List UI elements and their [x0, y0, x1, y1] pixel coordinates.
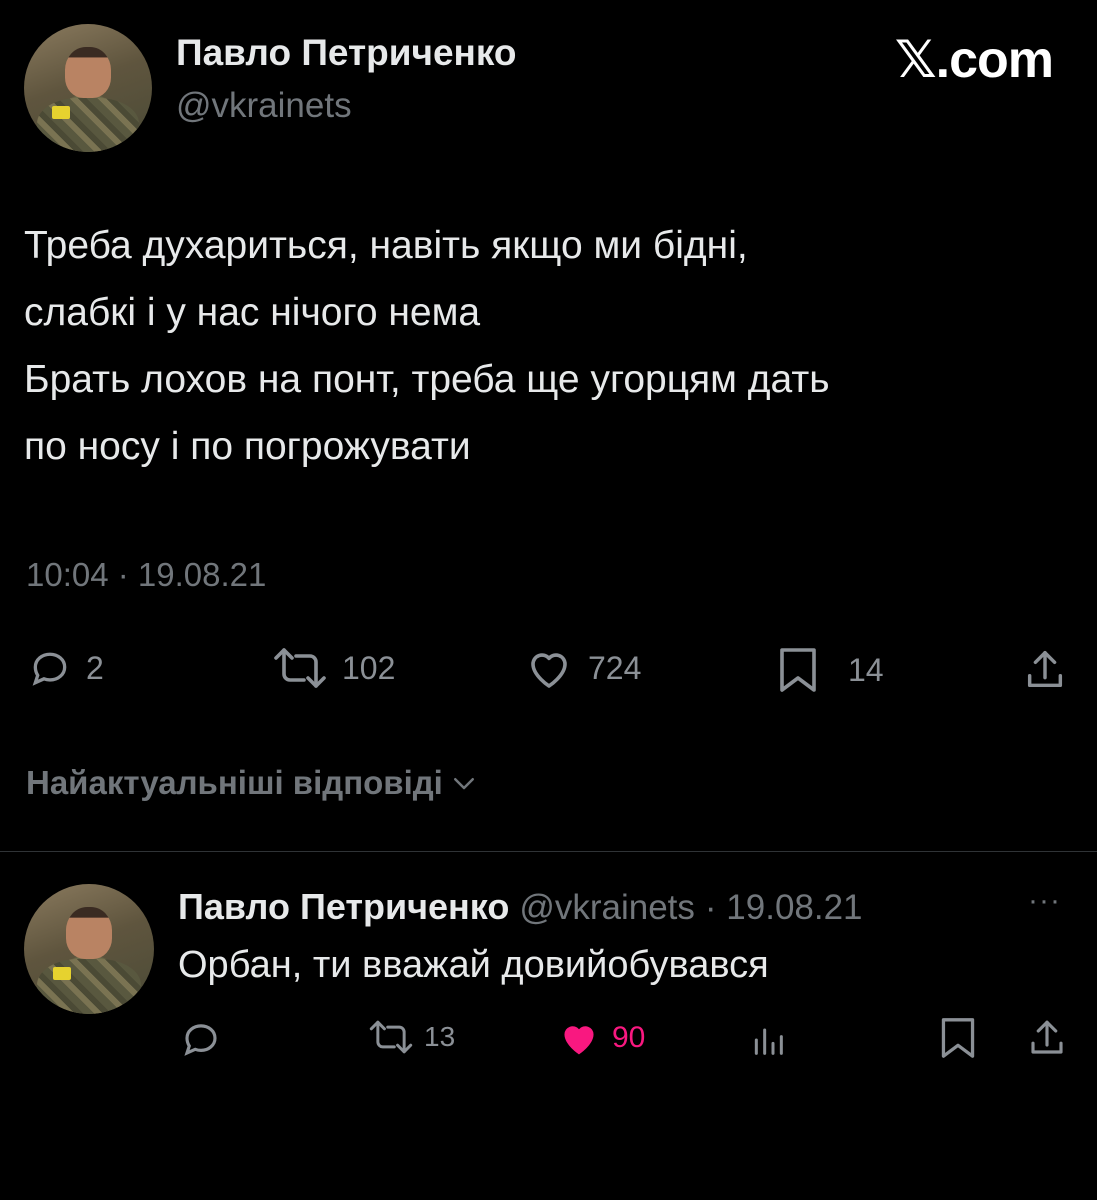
avatar-patch — [52, 967, 71, 981]
reply-repost-count: 13 — [424, 1021, 456, 1052]
heart-filled-icon — [564, 1026, 594, 1055]
repost-icon — [274, 648, 326, 688]
repost-count: 102 — [342, 649, 396, 686]
author-avatar[interactable] — [24, 24, 152, 152]
reply-reply-action[interactable] — [180, 1018, 222, 1060]
replies-sort-label: Найактуальніші відповіді — [26, 764, 443, 801]
bookmark-action[interactable]: 14 — [776, 646, 884, 694]
bookmark-icon — [941, 1018, 975, 1058]
author-display-name[interactable]: Павло Петриченко — [176, 32, 517, 74]
reply-count: 2 — [86, 649, 104, 686]
analytics-icon — [754, 1028, 783, 1055]
share-action[interactable] — [1022, 646, 1068, 694]
reply-author-name[interactable]: Павло Петриченко — [178, 886, 509, 928]
reply-text: Орбан, ти вважай довийобувався — [178, 944, 769, 986]
site-logo: 𝕏.com — [894, 31, 1054, 89]
repost-action[interactable]: 102 — [272, 646, 395, 690]
reply-repost-action[interactable]: 13 — [368, 1018, 455, 1056]
reply-header: Павло Петриченко @vkrainets · 19.08.21 — [178, 886, 863, 928]
reply-author-handle[interactable]: @vkrainets — [519, 888, 695, 928]
repost-icon — [369, 1020, 413, 1054]
tweet-line: по носу і по погрожувати — [24, 425, 471, 468]
avatar-face — [64, 47, 112, 99]
share-icon — [1027, 651, 1063, 688]
reply-action[interactable]: 2 — [28, 646, 104, 690]
avatar-face — [65, 907, 113, 960]
reply-icon — [184, 1024, 217, 1056]
like-count: 724 — [588, 649, 642, 686]
replies-sort-dropdown[interactable]: Найактуальніші відповіді — [26, 764, 479, 802]
tweet-timestamp[interactable]: 10:04 · 19.08.21 — [26, 556, 266, 594]
more-options-icon[interactable]: ··· — [1028, 884, 1061, 918]
reply-like-count: 90 — [612, 1021, 646, 1054]
avatar-patch — [52, 105, 71, 119]
author-handle[interactable]: @vkrainets — [176, 86, 352, 126]
reply-bookmark-action[interactable] — [938, 1016, 978, 1060]
reply-author-avatar[interactable] — [24, 884, 154, 1014]
tweet-text: Треба духариться, навіть якщо ми бідні, … — [24, 212, 1074, 480]
bookmark-count: 14 — [848, 651, 884, 688]
heart-icon — [531, 653, 567, 688]
tweet-line: Треба духариться, навіть якщо ми бідні, — [24, 224, 748, 267]
share-icon — [1031, 1020, 1063, 1054]
like-action[interactable]: 724 — [524, 646, 641, 690]
reply-date[interactable]: · 19.08.21 — [705, 888, 863, 928]
reply-icon — [32, 652, 67, 686]
reply-share-action[interactable] — [1026, 1016, 1068, 1060]
reply-like-action[interactable]: 90 — [556, 1018, 645, 1058]
replies-divider — [0, 851, 1097, 852]
tweet-line: Брать лохов на понт, треба ще угорцям да… — [24, 358, 830, 401]
chevron-down-icon — [453, 778, 474, 790]
reply-views-action[interactable] — [748, 1020, 788, 1060]
bookmark-icon — [780, 648, 816, 692]
tweet-line: слабкі і у нас нічого нема — [24, 291, 481, 334]
